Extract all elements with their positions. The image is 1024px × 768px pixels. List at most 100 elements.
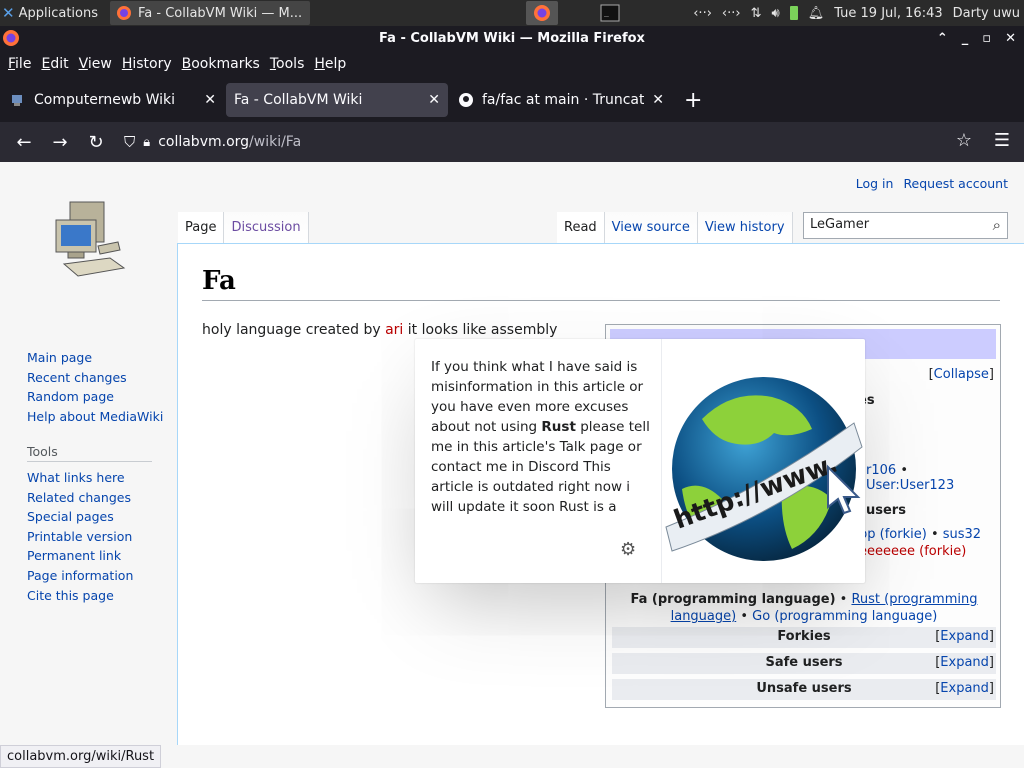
- sidebar-link-recent-changes[interactable]: Recent changes: [27, 368, 163, 388]
- link-status-bar: collabvm.org/wiki/Rust: [0, 745, 162, 768]
- expand-link[interactable]: Expand: [940, 655, 989, 670]
- tab-computernewb-wiki[interactable]: Computernewb Wiki ✕: [2, 83, 224, 117]
- github-icon: [459, 93, 473, 107]
- search-icon[interactable]: ⌕: [993, 216, 1001, 234]
- languages-list: Fa (programming language) • Rust (progra…: [612, 591, 996, 625]
- expand-link[interactable]: Expand: [940, 629, 989, 644]
- tools-link-related-changes[interactable]: Related changes: [27, 488, 152, 508]
- shield-icon[interactable]: ⛉: [124, 133, 135, 151]
- tools-link-permanent-link[interactable]: Permanent link: [27, 546, 152, 566]
- forward-arrow-icon[interactable]: →: [42, 126, 78, 158]
- tools-heading: Tools: [27, 444, 152, 462]
- back-arrow-icon[interactable]: ←: [6, 126, 42, 158]
- transfer-icon[interactable]: ⇅: [751, 6, 762, 21]
- clock[interactable]: Tue 19 Jul, 16:43: [834, 6, 942, 21]
- menu-tools[interactable]: Tools: [266, 56, 309, 72]
- preview-bold: Rust: [541, 419, 576, 435]
- bookmark-star-icon[interactable]: ☆: [956, 130, 972, 151]
- collapse-link[interactable]: Collapse: [934, 367, 989, 382]
- view-tabs: Read View source View history: [557, 212, 793, 243]
- tab-title: fa/fac at main · TruncatedDinosour: [482, 92, 645, 108]
- search-input[interactable]: LeGamer ⌕: [803, 212, 1008, 239]
- tools-link-what-links-here[interactable]: What links here: [27, 468, 152, 488]
- tools-link-printable-version[interactable]: Printable version: [27, 527, 152, 547]
- navbox-collapse: [Collapse]: [928, 367, 994, 382]
- forkie-redlink[interactable]: eeeeeee (forkie): [859, 544, 966, 559]
- maximize-up-icon[interactable]: ⌃: [937, 31, 948, 46]
- tools-link-special-pages[interactable]: Special pages: [27, 507, 152, 527]
- globe-http-icon: http://www.: [665, 377, 863, 561]
- sidebar-link-main-page[interactable]: Main page: [27, 348, 163, 368]
- tools-portal: Tools What links here Related changes Sp…: [27, 444, 152, 605]
- url-bar[interactable]: ⛉ 🔒︎ collabvm.org/wiki/Fa: [116, 126, 986, 158]
- tab-close-icon[interactable]: ✕: [428, 92, 440, 108]
- tools-link-cite-this-page[interactable]: Cite this page: [27, 586, 152, 606]
- link-ari[interactable]: ari: [385, 322, 403, 338]
- menu-bookmarks[interactable]: Bookmarks: [178, 56, 264, 72]
- tab-github-fac[interactable]: fa/fac at main · TruncatedDinosour ✕: [450, 83, 672, 117]
- go-link[interactable]: Go (programming language): [752, 609, 937, 624]
- tab-view-history[interactable]: View history: [697, 212, 793, 243]
- preview-image: http://www.: [661, 339, 865, 583]
- restore-icon[interactable]: ▫: [982, 31, 991, 46]
- menu-edit[interactable]: Edit: [37, 56, 72, 72]
- hamburger-menu-icon[interactable]: ☰: [994, 130, 1010, 151]
- paragraph-text-end: it looks like assembly: [403, 322, 558, 338]
- sidebar-link-random-page[interactable]: Random page: [27, 387, 163, 407]
- user123-link[interactable]: User:User123: [866, 478, 954, 493]
- tab-close-icon[interactable]: ✕: [652, 92, 664, 108]
- current-language: Fa (programming language): [630, 592, 836, 607]
- firefox-launcher[interactable]: [526, 1, 558, 25]
- terminal-launcher[interactable]: _: [594, 1, 626, 25]
- request-account-link[interactable]: Request account: [903, 176, 1008, 191]
- tools-link-page-information[interactable]: Page information: [27, 566, 152, 586]
- tab-close-icon[interactable]: ✕: [204, 92, 216, 108]
- taskbar-firefox-window[interactable]: Fa - CollabVM Wiki — M...: [110, 1, 310, 25]
- login-link[interactable]: Log in: [856, 176, 894, 191]
- taskbar-window-title: Fa - CollabVM Wiki — M...: [138, 5, 303, 21]
- computer-logo-icon[interactable]: [50, 198, 130, 288]
- lock-icon[interactable]: 🔒︎: [143, 135, 150, 150]
- expand-link[interactable]: Expand: [940, 681, 989, 696]
- minimize-icon[interactable]: _: [962, 31, 969, 46]
- svg-text:_: _: [604, 8, 609, 17]
- tab-bar: Computernewb Wiki ✕ Fa - CollabVM Wiki ✕…: [0, 78, 1024, 122]
- forkie-link[interactable]: pp (forkie): [859, 527, 927, 542]
- menu-history[interactable]: History: [118, 56, 176, 72]
- battery-icon[interactable]: [789, 6, 798, 20]
- sidebar-link-help[interactable]: Help about MediaWiki: [27, 407, 163, 427]
- url-path: /wiki/Fa: [249, 134, 302, 150]
- menu-help[interactable]: Help: [310, 56, 350, 72]
- menu-view[interactable]: View: [75, 56, 116, 72]
- tab-page[interactable]: Page: [178, 212, 225, 243]
- user-link[interactable]: r106: [866, 463, 896, 478]
- close-icon[interactable]: ✕: [1005, 31, 1016, 46]
- firefox-icon: [3, 30, 19, 46]
- gear-icon[interactable]: ⚙: [620, 539, 636, 560]
- new-tab-icon[interactable]: +: [684, 88, 702, 113]
- network-icon[interactable]: ‹··›: [693, 6, 712, 21]
- sus32-link[interactable]: sus32: [943, 527, 981, 542]
- tab-view-source[interactable]: View source: [604, 212, 698, 243]
- terminal-icon: _: [600, 4, 620, 22]
- navbox-forkies-line: pp (forkie) • sus32: [859, 527, 982, 542]
- sep: •: [835, 592, 852, 607]
- firefox-icon: [534, 5, 550, 21]
- applications-menu[interactable]: ✕ Applications: [0, 0, 110, 26]
- volume-icon[interactable]: 🔊︎: [771, 6, 779, 21]
- window-titlebar[interactable]: Fa - CollabVM Wiki — Mozilla Firefox ⌃ _…: [0, 26, 1024, 50]
- navigation-toolbar: ← → ↻ ⛉ 🔒︎ collabvm.org/wiki/Fa ☆ ☰: [0, 122, 1024, 162]
- expand-toggle: [Expand]: [935, 681, 994, 696]
- menu-file[interactable]: File: [4, 56, 35, 72]
- page-preview-popup[interactable]: If you think what I have said is misinfo…: [415, 339, 865, 583]
- tab-read[interactable]: Read: [557, 212, 605, 243]
- tab-discussion[interactable]: Discussion: [224, 212, 309, 243]
- user-menu[interactable]: Darty uwu: [953, 6, 1020, 21]
- tab-fa-collabvm-wiki[interactable]: Fa - CollabVM Wiki ✕: [226, 83, 448, 117]
- network-icon-2[interactable]: ‹··›: [722, 6, 741, 21]
- reload-icon[interactable]: ↻: [78, 126, 114, 158]
- desktop-panel: ✕ Applications Fa - CollabVM Wiki — M...…: [0, 0, 1024, 26]
- namespace-tabs: Page Discussion: [178, 212, 309, 243]
- search-value: LeGamer: [810, 217, 870, 232]
- notification-bell-icon[interactable]: 🔔︎: [808, 6, 825, 21]
